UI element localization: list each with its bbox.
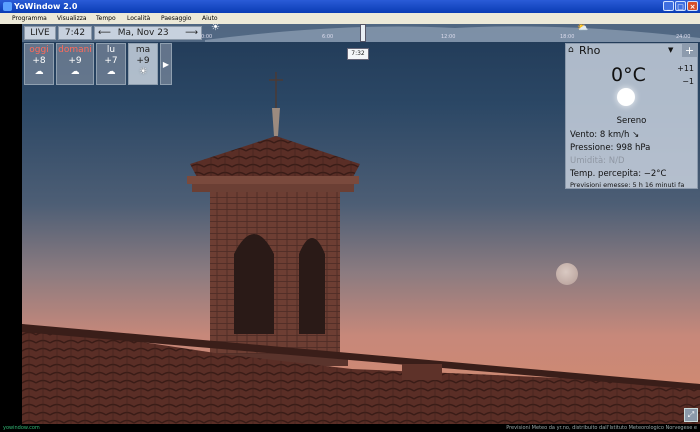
location-name[interactable]: Rho bbox=[579, 44, 600, 57]
weather-info-panel: ⌂ Rho ▼ + 0°C +11 −1 Sereno Vento: 8 km/… bbox=[565, 43, 698, 189]
day-temp: +9 bbox=[136, 56, 150, 66]
forecast-strip: oggi +8 ☁ domani +9 ☁ lu +7 ☁ ma +9 ☀ ▶ bbox=[24, 43, 172, 85]
forecast-day-ma[interactable]: ma +9 ☀ bbox=[128, 43, 158, 85]
timeline-tick: 6:00 bbox=[322, 34, 334, 40]
menu-bar: Programma Visualizza Tempo Località Paes… bbox=[0, 13, 700, 24]
home-icon[interactable]: ⌂ bbox=[568, 45, 574, 55]
current-time-bubble: 7:32 bbox=[347, 48, 369, 60]
day-name: oggi bbox=[29, 45, 49, 55]
timeline-tick: 24:00 bbox=[676, 34, 691, 40]
live-button[interactable]: LIVE bbox=[24, 26, 56, 40]
sun-icon: ☀ bbox=[138, 67, 148, 77]
timeline-handle[interactable] bbox=[360, 24, 366, 42]
forecast-issued-row: Previsioni emesse: 5 h 16 minuti fa bbox=[570, 181, 685, 189]
left-border bbox=[0, 24, 22, 424]
condition-label: Sereno bbox=[616, 116, 647, 126]
rain-cloud-icon: ☁ bbox=[34, 67, 44, 77]
day-timeline[interactable]: 0:00 6:00 12:00 18:00 24:00 ☀ ⛅ bbox=[201, 24, 700, 42]
next-day-arrow-icon[interactable]: ⟶ bbox=[185, 27, 198, 39]
pressure-row: Pressione: 998 hPa bbox=[570, 143, 651, 153]
forecast-day-oggi[interactable]: oggi +8 ☁ bbox=[24, 43, 54, 85]
weather-scene: LIVE 7:42 ⟵ Ma, Nov 23 ⟶ 0:00 6:00 12:00… bbox=[22, 24, 700, 424]
location-dropdown-icon[interactable]: ▼ bbox=[668, 46, 673, 54]
day-temp: +9 bbox=[68, 56, 82, 66]
app-icon bbox=[3, 2, 12, 11]
menu-localita[interactable]: Località bbox=[127, 13, 150, 24]
timeline-tick: 12:00 bbox=[441, 34, 456, 40]
title-bar: YoWindow 2.0 _ □ × bbox=[0, 0, 700, 13]
maximize-button[interactable]: □ bbox=[675, 1, 686, 11]
day-temp: +7 bbox=[104, 56, 118, 66]
menu-visualizza[interactable]: Visualizza bbox=[57, 13, 87, 24]
source-credit: Previsioni Meteo da yr.no, distribuito d… bbox=[506, 425, 697, 431]
high-temp: +11 bbox=[677, 64, 694, 73]
moon-icon bbox=[556, 263, 578, 285]
time-display[interactable]: 7:42 bbox=[58, 26, 92, 40]
forecast-next-arrow-icon[interactable]: ▶ bbox=[160, 43, 172, 85]
close-button[interactable]: × bbox=[687, 1, 698, 11]
timeline-tick: 0:00 bbox=[201, 34, 213, 40]
day-temp: +8 bbox=[32, 56, 46, 66]
status-bar: yowindow.com Previsioni Meteo da yr.no, … bbox=[0, 424, 700, 432]
sunset-cloud-icon: ⛅ bbox=[577, 24, 589, 33]
add-location-button[interactable]: + bbox=[682, 44, 697, 57]
humidity-row: Umidità: N/D bbox=[570, 156, 625, 166]
website-link[interactable]: yowindow.com bbox=[3, 424, 40, 432]
minimize-button[interactable]: _ bbox=[663, 1, 674, 11]
menu-tempo[interactable]: Tempo bbox=[96, 13, 116, 24]
current-temperature: 0°C bbox=[611, 64, 646, 86]
date-navigator: ⟵ Ma, Nov 23 ⟶ bbox=[94, 26, 202, 40]
date-label: Ma, Nov 23 bbox=[117, 28, 169, 38]
rain-cloud-icon: ☁ bbox=[70, 67, 80, 77]
forecast-day-domani[interactable]: domani +9 ☁ bbox=[56, 43, 94, 85]
fullscreen-icon[interactable]: ⤢ bbox=[684, 408, 698, 422]
timeline-tick: 18:00 bbox=[560, 34, 575, 40]
feels-like-row: Temp. percepita: −2°C bbox=[570, 169, 667, 179]
menu-aiuto[interactable]: Aiuto bbox=[202, 13, 218, 24]
window-title: YoWindow 2.0 bbox=[14, 2, 78, 11]
forecast-day-lu[interactable]: lu +7 ☁ bbox=[96, 43, 126, 85]
menu-paesaggio[interactable]: Paesaggio bbox=[161, 13, 191, 24]
menu-programma[interactable]: Programma bbox=[12, 13, 47, 24]
wind-row: Vento: 8 km/h ↘ bbox=[570, 130, 640, 140]
day-name: domani bbox=[58, 45, 92, 55]
low-temp: −1 bbox=[682, 77, 694, 86]
day-name: lu bbox=[106, 45, 116, 55]
sunrise-sun-icon: ☀ bbox=[211, 24, 220, 33]
clear-sky-sun-icon bbox=[619, 90, 633, 104]
rain-cloud-icon: ☁ bbox=[106, 67, 116, 77]
prev-day-arrow-icon[interactable]: ⟵ bbox=[98, 28, 111, 38]
day-name: ma bbox=[135, 45, 151, 55]
